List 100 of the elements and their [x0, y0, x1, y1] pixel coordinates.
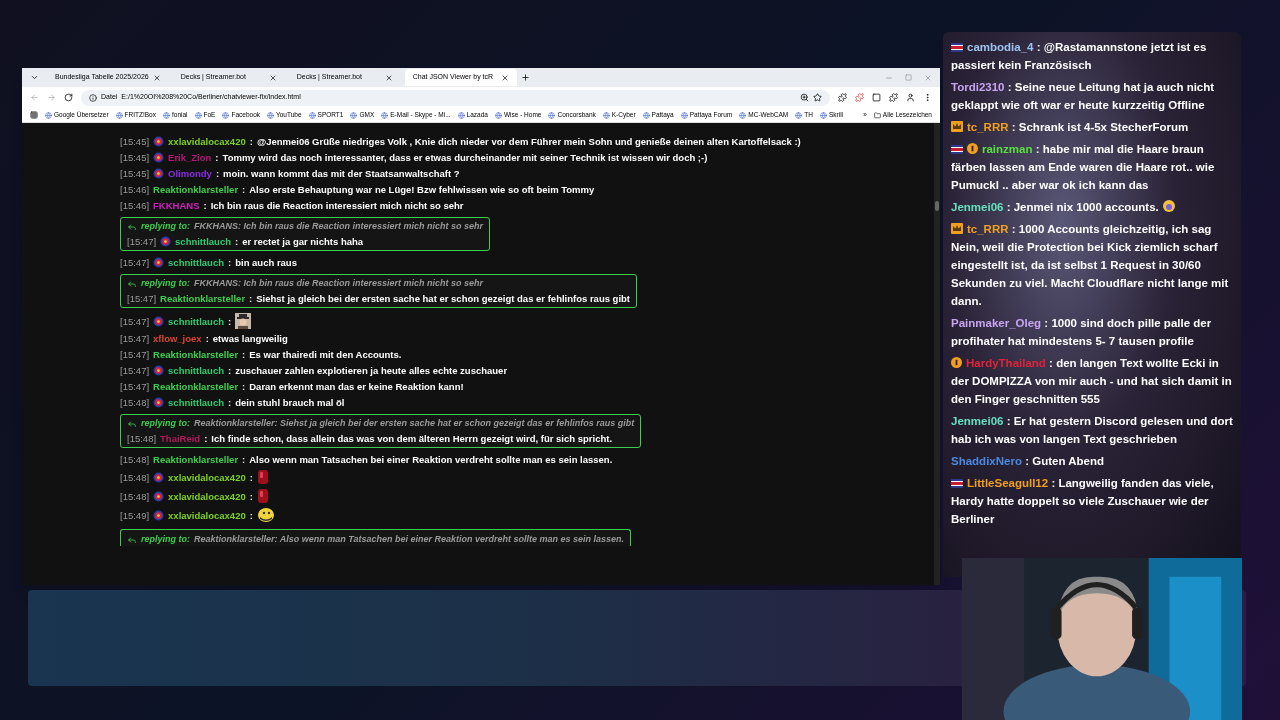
username: xxlavidalocax420: [168, 489, 246, 503]
separator: :: [203, 199, 207, 212]
chat-message: ShaddixNero : Guten Abend: [951, 454, 1105, 469]
close-icon[interactable]: [384, 73, 393, 82]
message-text: Tommy wird das noch interessanter, dass er etwas durcheinander mit seiner Technik ist wissen wir doch ;-): [222, 151, 708, 164]
reply-quote: Reaktionklarsteller: Also wenn man Tatsachen bei einer Reaktion verdreht sollte man es sein lassen.: [194, 533, 624, 546]
globe-icon: [222, 111, 230, 119]
separator: :: [249, 470, 253, 484]
emote-icon: [256, 469, 269, 485]
globe-icon: [819, 111, 827, 119]
chat-message: tc_RRR : Schrank ist 4-5x StecherForum: [951, 118, 1233, 136]
globe-icon: [602, 111, 610, 119]
message-text: dein stuhl brauch mal öl: [235, 396, 345, 409]
timestamp: [15:45]: [120, 135, 150, 148]
message-text: Daran erkennt man das er keine Reaktion kann!: [249, 380, 464, 393]
close-icon[interactable]: [500, 73, 509, 82]
reply-label: replying to:: [141, 417, 190, 430]
crown-icon: [951, 121, 963, 132]
username: FKKHANS: [153, 199, 200, 212]
flag-icon: [951, 145, 963, 154]
flag-icon: [951, 43, 963, 52]
separator: :: [205, 332, 209, 345]
menu-icon[interactable]: [923, 93, 932, 102]
close-icon[interactable]: [152, 73, 161, 82]
separator: :: [228, 396, 232, 409]
reload-icon[interactable]: [64, 93, 73, 102]
message-text: Ich bin raus die Reaction interessiert mich nicht so sehr: [210, 199, 464, 212]
reply-label: replying to:: [141, 220, 190, 233]
reply-quote: FKKHANS: Ich bin raus die Reaction interessiert mich nicht so sehr: [194, 220, 484, 233]
tab-search-icon[interactable]: [30, 73, 39, 82]
username: xxlavidalocax420: [168, 508, 246, 522]
emote-icon: [256, 507, 275, 523]
chat-message: cambodia_4 : @Rastamannstone jetzt ist es passiert kein Französisch: [951, 40, 1208, 73]
reply-label: replying to:: [141, 533, 190, 546]
username: ThaiReid: [160, 432, 201, 445]
chat-message: Jenmei06 : Jenmei nix 1000 accounts.: [951, 198, 1233, 216]
flag-icon: [951, 479, 963, 488]
globe-icon: [308, 111, 316, 119]
globe-icon: [45, 111, 52, 119]
message-text: Also erste Behauptung war ne Lüge! Bzw fehlwissen wie so oft beim Tommy: [249, 183, 595, 196]
separator: :: [228, 256, 232, 269]
username: xxlavidalocax420: [168, 135, 246, 148]
timestamp: [15:46]: [120, 183, 150, 196]
globe-icon: [642, 111, 650, 119]
globe-icon: [457, 111, 465, 119]
message-text: Siehst ja gleich bei der ersten sache hat er schon gezeigt das er fehlinfos raus gibt: [256, 292, 631, 305]
username: schnittlauch: [168, 314, 224, 328]
message-text: bin auch raus: [235, 256, 297, 269]
close-icon[interactable]: [268, 73, 277, 82]
separator: :: [249, 135, 253, 148]
username: schnittlauch: [168, 396, 224, 409]
extensions-icon[interactable]: [889, 93, 898, 102]
globe-icon: [381, 111, 389, 119]
globe-icon: [194, 111, 202, 119]
username: xxlavidalocax420: [168, 470, 246, 484]
timestamp: [15:48]: [120, 453, 150, 466]
globe-icon: [267, 111, 274, 119]
chat-message: Jenmei06 : Er hat gestern Discord gelesen und dort hab ich was von langen Text geschrieben: [951, 414, 1233, 447]
message-text: er rectet ja gar nichts haha: [242, 235, 364, 248]
message-text: Es war thairedi mit den Accounts.: [249, 348, 402, 361]
globe-icon: [680, 111, 688, 119]
separator: :: [228, 364, 232, 377]
reply-label: replying to:: [141, 277, 190, 290]
bookmark-star-icon[interactable]: [813, 93, 822, 102]
username: xflow_joex: [153, 332, 202, 345]
username: Reaktionklarsteller: [153, 183, 239, 196]
timestamp: [15:47]: [120, 380, 150, 393]
separator: :: [235, 235, 239, 248]
emote-icon: [256, 488, 269, 504]
timestamp: [15:45]: [120, 151, 150, 164]
profile-icon[interactable]: [906, 93, 915, 102]
badge-icon: [951, 357, 962, 368]
separator: :: [242, 348, 246, 361]
new-tab-icon[interactable]: [520, 73, 530, 82]
globe-icon: [350, 111, 358, 119]
timestamp: [15:46]: [120, 199, 150, 212]
username: schnittlauch: [175, 235, 231, 248]
message-text: etwas langweilig: [212, 332, 288, 345]
globe-icon: [548, 111, 556, 119]
separator: :: [249, 508, 253, 522]
timestamp: [15:47]: [120, 332, 150, 345]
username: Reaktionklarsteller: [153, 380, 239, 393]
message-text: moin. wann kommt das mit der Staatsanwaltschaft ?: [223, 167, 460, 180]
reply-icon: [127, 418, 137, 429]
separator: :: [215, 151, 219, 164]
timestamp: [15:47]: [127, 235, 157, 248]
timestamp: [15:48]: [120, 470, 150, 484]
username: Reaktionklarsteller: [153, 348, 239, 361]
separator: :: [242, 453, 246, 466]
message-text: Also wenn man Tatsachen bei einer Reaktion verdreht sollte man es sein lassen.: [249, 453, 613, 466]
folder-icon: [873, 111, 881, 119]
username: schnittlauch: [168, 256, 224, 269]
username: Reaktionklarsteller: [160, 292, 246, 305]
timestamp: [15:47]: [120, 256, 150, 269]
timestamp: [15:49]: [120, 508, 150, 522]
scrollbar[interactable]: [934, 123, 940, 585]
timestamp: [15:47]: [127, 292, 157, 305]
reply-icon: [127, 221, 137, 232]
zoom-icon[interactable]: [800, 93, 809, 102]
message-text: Ich finde schon, dass allein das was von dem älteren Herrn gezeigt wird, für sich spricht.: [211, 432, 613, 445]
